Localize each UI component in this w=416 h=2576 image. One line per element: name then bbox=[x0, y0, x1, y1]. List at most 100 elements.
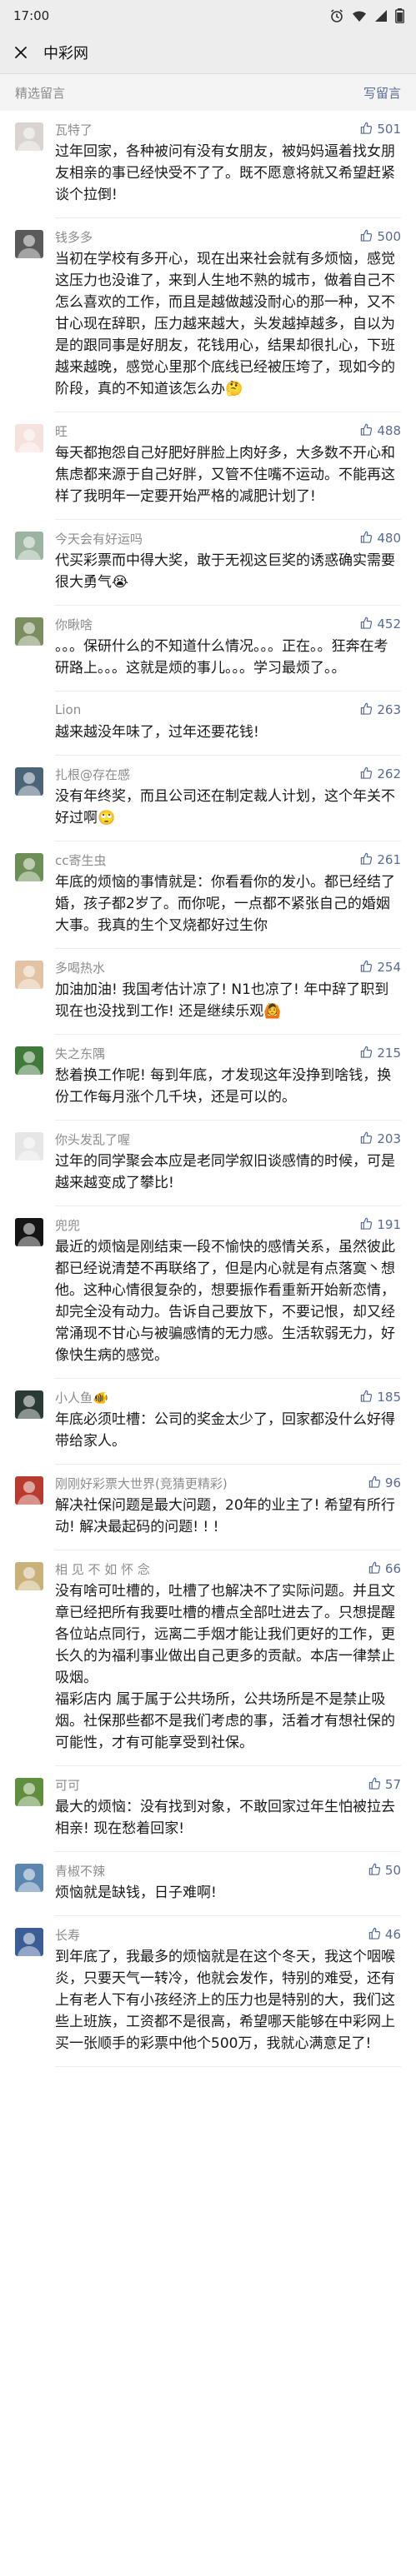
like-count: 215 bbox=[377, 1046, 401, 1061]
comment-body: 兜兜 191 最近的烦恼是刚结束一段不愉快的感情关系，虽然彼此都已经说清楚不再联络了… bbox=[55, 1215, 401, 1379]
comment-header: 长寿 46 bbox=[55, 1925, 401, 1944]
like-button[interactable]: 191 bbox=[360, 1217, 401, 1233]
comment-nickname[interactable]: 扎根@存在感 bbox=[55, 766, 130, 783]
comment-nickname[interactable]: 旺 bbox=[55, 422, 68, 440]
comment-text: 到年底了，我最多的烦恼就是在这个冬天，我这个咽喉炎，只要天气一转冷，他就会发作，… bbox=[55, 1949, 395, 2052]
comment-body: 旺 488 每天都抱怨自己好肥好胖脸上肉好多，大多数不开心和焦虑都来源于自己好胖，又… bbox=[55, 421, 401, 520]
status-time: 17:00 bbox=[13, 8, 50, 23]
comment-nickname[interactable]: 可可 bbox=[55, 1776, 80, 1794]
nav-bar: 中彩网 bbox=[0, 32, 416, 74]
like-button[interactable]: 261 bbox=[360, 852, 401, 868]
thumbs-up-icon bbox=[368, 1561, 381, 1577]
comment-nickname[interactable]: 钱多多 bbox=[55, 228, 93, 246]
like-button[interactable]: 203 bbox=[360, 1131, 401, 1147]
avatar[interactable] bbox=[15, 703, 43, 731]
comment-nickname[interactable]: 兜兜 bbox=[55, 1216, 80, 1234]
comment-nickname[interactable]: Lion bbox=[55, 702, 81, 717]
comment-body: 青椒不辣 50 烦恼就是缺钱，日子难啊! bbox=[55, 1860, 401, 1916]
avatar[interactable] bbox=[15, 532, 43, 560]
avatar[interactable] bbox=[15, 1778, 43, 1806]
like-count: 263 bbox=[377, 702, 401, 717]
avatar[interactable] bbox=[15, 617, 43, 646]
comment-nickname[interactable]: 刚刚好彩票大世界(竞猜更精彩) bbox=[55, 1475, 228, 1492]
like-button[interactable]: 488 bbox=[360, 423, 401, 439]
comment-nickname[interactable]: 小人鱼🐠 bbox=[55, 1389, 108, 1406]
comment-header: 失之东隅 215 bbox=[55, 1043, 401, 1063]
comment-header: 你瞅啥 452 bbox=[55, 614, 401, 634]
comment-nickname[interactable]: 多喝热水 bbox=[55, 959, 105, 976]
like-count: 501 bbox=[377, 122, 401, 137]
comment-nickname[interactable]: 你头发乱了喔 bbox=[55, 1131, 130, 1148]
thumbs-up-icon bbox=[360, 852, 373, 868]
avatar[interactable] bbox=[15, 230, 43, 258]
comment-body: 你头发乱了喔 203 过年的同学聚会本应是老同学叙旧谈感情的时候，可是越来越变成了攀… bbox=[55, 1129, 401, 1206]
comment-header: 钱多多 500 bbox=[55, 227, 401, 247]
like-count: 191 bbox=[377, 1217, 401, 1232]
like-button[interactable]: 66 bbox=[368, 1561, 401, 1577]
write-comment-button[interactable]: 写留言 bbox=[363, 84, 401, 102]
comment-nickname[interactable]: 你瞅啥 bbox=[55, 616, 93, 633]
avatar[interactable] bbox=[15, 1390, 43, 1419]
avatar[interactable] bbox=[15, 1476, 43, 1505]
comment-text: 过年回家，各种被问有没有女朋友，被妈妈逼着找女朋友相亲的事已经快受不了了。既不愿… bbox=[55, 143, 395, 203]
thumbs-up-icon bbox=[360, 1217, 373, 1233]
thumbs-up-icon bbox=[360, 229, 373, 245]
avatar[interactable] bbox=[15, 1864, 43, 1892]
avatar[interactable] bbox=[15, 767, 43, 796]
comment-header: 多喝热水 254 bbox=[55, 957, 401, 977]
close-icon[interactable] bbox=[12, 43, 30, 62]
like-button[interactable]: 501 bbox=[360, 122, 401, 137]
avatar[interactable] bbox=[15, 1562, 43, 1590]
comment-item: 你瞅啥 452 。。。保研什么的不知道什么情况。。。正在。。狂奔在考研路上。。。这就… bbox=[0, 606, 416, 691]
avatar[interactable] bbox=[15, 122, 43, 151]
like-count: 50 bbox=[384, 1863, 401, 1878]
avatar[interactable] bbox=[15, 961, 43, 989]
comment-text: 没有年终奖，而且公司还在制定裁人计划，这个年关不好过啊🙄 bbox=[55, 788, 395, 826]
like-button[interactable]: 50 bbox=[368, 1863, 401, 1879]
comment-nickname[interactable]: 青椒不辣 bbox=[55, 1862, 105, 1880]
comment-nickname[interactable]: 相 见 不 如 怀 念 bbox=[55, 1560, 150, 1578]
comment-body: cc寄生虫 261 年底的烦恼的事情就是：你看看你的发小。都已经结了婚，孩子都2岁了… bbox=[55, 850, 401, 949]
comment-nickname[interactable]: 长寿 bbox=[55, 1926, 80, 1944]
comment-header: 相 见 不 如 怀 念 66 bbox=[55, 1559, 401, 1579]
like-button[interactable]: 254 bbox=[360, 960, 401, 976]
avatar[interactable] bbox=[15, 1218, 43, 1246]
comment-body: 刚刚好彩票大世界(竞猜更精彩) 96 解决社保问题是最大问题，20年的业主了! 希望… bbox=[55, 1473, 401, 1550]
avatar[interactable] bbox=[15, 1132, 43, 1161]
like-button[interactable]: 262 bbox=[360, 766, 401, 782]
like-button[interactable]: 480 bbox=[360, 531, 401, 547]
comment-item: 失之东隅 215 愁着换工作呢! 每到年底，才发现这年没挣到啥钱，换份工作每月涨个几… bbox=[0, 1035, 416, 1121]
avatar[interactable] bbox=[15, 853, 43, 881]
avatar[interactable] bbox=[15, 1928, 43, 1956]
comment-nickname[interactable]: 今天会有好运吗 bbox=[55, 530, 143, 547]
comment-item: 青椒不辣 50 烦恼就是缺钱，日子难啊! bbox=[0, 1852, 416, 1916]
like-count: 480 bbox=[377, 531, 401, 546]
comment-body: 钱多多 500 当初在学校有多开心，现在出来社会就有多烦恼，感觉这压力也没谁了，来到… bbox=[55, 227, 401, 412]
avatar[interactable] bbox=[15, 1046, 43, 1075]
like-button[interactable]: 57 bbox=[368, 1777, 401, 1793]
thumbs-up-icon bbox=[360, 531, 373, 547]
comment-header: 旺 488 bbox=[55, 421, 401, 441]
like-button[interactable]: 263 bbox=[360, 702, 401, 718]
thumbs-up-icon bbox=[360, 766, 373, 782]
comment-item: 瓦特了 501 过年回家，各种被问有没有女朋友，被妈妈逼着找女朋友相亲的事已经快受不… bbox=[0, 111, 416, 218]
comment-nickname[interactable]: 瓦特了 bbox=[55, 121, 93, 138]
comment-text: 过年的同学聚会本应是老同学叙旧谈感情的时候，可是越来越变成了攀比! bbox=[55, 1153, 395, 1191]
comment-text: 烦恼就是缺钱，日子难啊! bbox=[55, 1885, 217, 1901]
like-button[interactable]: 452 bbox=[360, 617, 401, 632]
status-bar: 17:00 bbox=[0, 0, 416, 32]
like-button[interactable]: 46 bbox=[368, 1927, 401, 1943]
like-button[interactable]: 96 bbox=[368, 1475, 401, 1491]
thumbs-up-icon bbox=[360, 423, 373, 439]
section-title: 精选留言 bbox=[15, 85, 66, 101]
comment-nickname[interactable]: 失之东隅 bbox=[55, 1045, 105, 1062]
comment-header: Lion 263 bbox=[55, 700, 401, 720]
avatar[interactable] bbox=[15, 424, 43, 452]
comment-text: 解决社保问题是最大问题，20年的业主了! 希望有所行动! 解决最起码的问题! !… bbox=[55, 1497, 395, 1535]
like-button[interactable]: 185 bbox=[360, 1390, 401, 1405]
like-button[interactable]: 500 bbox=[360, 229, 401, 245]
comment-nickname[interactable]: cc寄生虫 bbox=[55, 851, 107, 869]
like-button[interactable]: 215 bbox=[360, 1046, 401, 1061]
comment-body: 长寿 46 到年底了，我最多的烦恼就是在这个冬天，我这个咽喉炎，只要天气一转冷，他就… bbox=[55, 1925, 401, 2067]
section-header: 精选留言 写留言 bbox=[0, 74, 416, 111]
